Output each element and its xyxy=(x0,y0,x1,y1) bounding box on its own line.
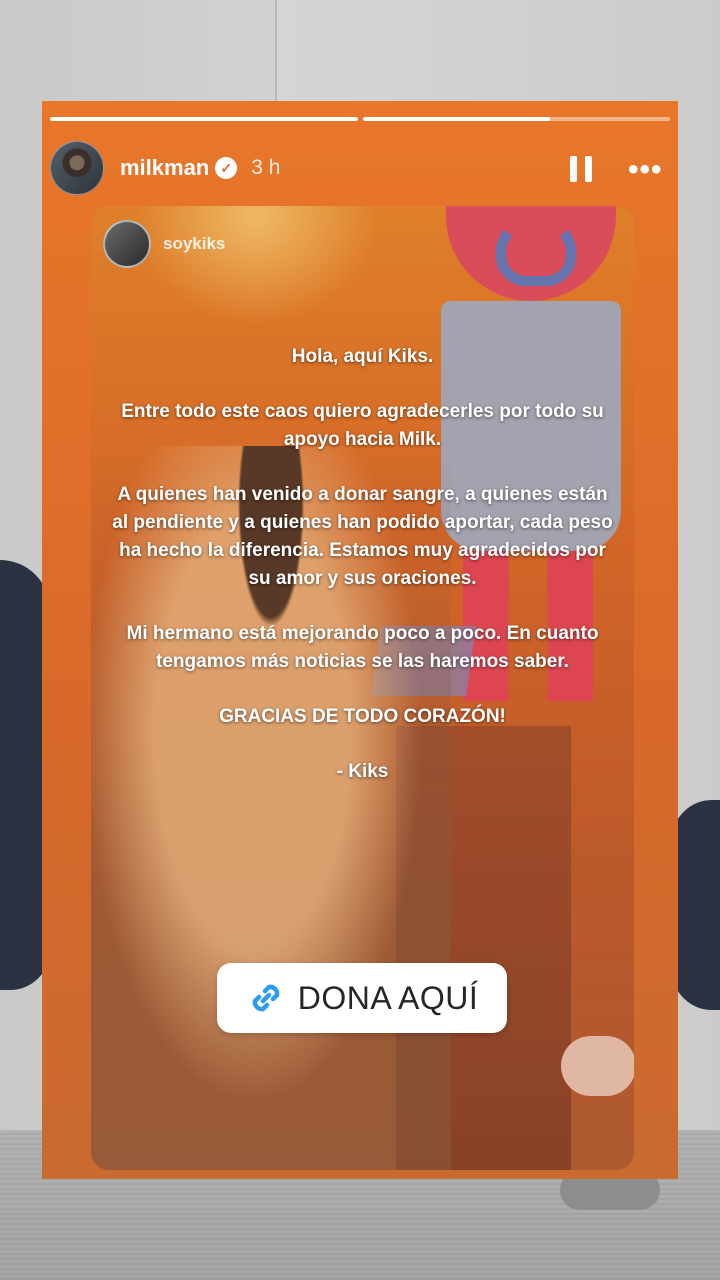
progress-segment xyxy=(50,117,358,121)
message-signature: - Kiks xyxy=(336,761,389,782)
message-paragraph: GRACIAS DE TODO CORAZÓN! xyxy=(219,706,506,727)
shared-post-header[interactable]: soykiks xyxy=(103,220,225,268)
shared-post-card[interactable]: soykiks Hola, aquí Kiks. Entre todo este… xyxy=(91,206,634,1170)
donate-link-label: DONA AQUÍ xyxy=(297,979,479,1016)
story-username[interactable]: milkman xyxy=(120,155,209,181)
message-paragraph: Hola, aquí Kiks. xyxy=(291,346,434,367)
story-progress-bar xyxy=(50,117,670,121)
progress-segment-fill xyxy=(50,117,358,121)
story-header: milkman ✓ 3 h ••• xyxy=(50,139,670,197)
progress-segment-fill xyxy=(362,117,551,121)
message-paragraph: A quienes han venido a donar sangre, a q… xyxy=(112,484,613,589)
verified-badge-icon: ✓ xyxy=(215,157,238,179)
message-paragraph: Mi hermano está mejorando poco a poco. E… xyxy=(126,623,599,672)
donate-link-sticker[interactable]: DONA AQUÍ xyxy=(217,963,507,1033)
more-options-icon[interactable]: ••• xyxy=(628,153,663,187)
avatar[interactable] xyxy=(50,141,104,195)
link-icon xyxy=(252,984,279,1012)
shared-post-avatar[interactable] xyxy=(103,220,151,268)
shared-post-username[interactable]: soykiks xyxy=(163,234,225,254)
progress-segment xyxy=(362,117,670,121)
pause-icon[interactable] xyxy=(570,156,594,182)
story-timestamp: 3 h xyxy=(251,156,281,179)
story-frame[interactable]: milkman ✓ 3 h ••• soykiks Hola, aquí Kik… xyxy=(42,101,678,1179)
message-paragraph: Entre todo este caos quiero agradecerles… xyxy=(121,401,604,450)
story-message: Hola, aquí Kiks. Entre todo este caos qu… xyxy=(111,343,614,813)
background-person-right xyxy=(672,800,720,1010)
